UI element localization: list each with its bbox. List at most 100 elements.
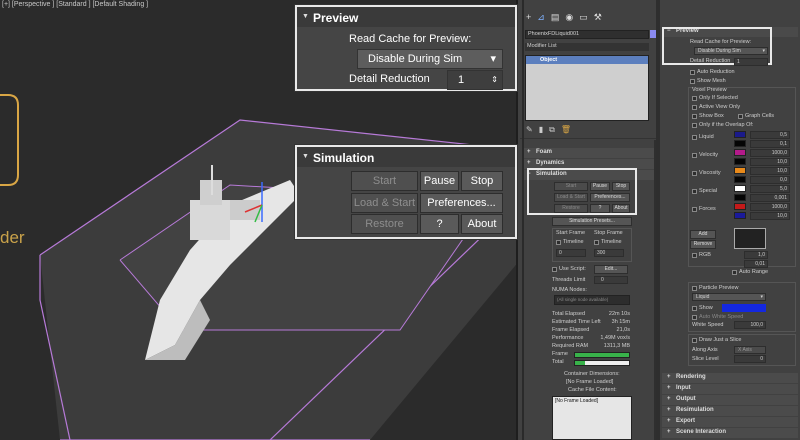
show-mesh-checkbox[interactable] [690, 79, 695, 84]
channel-name: Viscosity [699, 170, 721, 176]
only-if-selected-checkbox[interactable] [692, 96, 697, 101]
channel-checkbox[interactable] [692, 207, 697, 212]
channel-value[interactable]: 0,1 [750, 140, 790, 148]
remove-button[interactable]: Remove [690, 240, 716, 249]
particle-type-dropdown[interactable]: Liquid ▾ [692, 293, 766, 301]
channel-value[interactable]: 10,0 [750, 167, 790, 175]
channel-value[interactable]: 1000,0 [750, 149, 790, 157]
utilities-tab-icon[interactable]: ⚒ [594, 12, 608, 22]
stop-frame-field[interactable]: 300 [594, 249, 624, 257]
remove-modifier-icon[interactable]: 🗑 [561, 125, 577, 134]
modify-tab-icon[interactable]: ⊿ [537, 12, 551, 22]
restore-button[interactable]: Restore [351, 214, 418, 234]
pin-icon[interactable]: ✎ [526, 125, 539, 134]
help-button[interactable]: ? [420, 214, 459, 234]
channel-value[interactable]: 1000,0 [750, 203, 790, 211]
display-tab-icon[interactable]: ▭ [579, 12, 594, 22]
preview-callout-header[interactable]: ▼ Preview [297, 7, 515, 27]
read-cache-dropdown-small[interactable]: Disable During Sim ▾ [694, 47, 768, 55]
draw-slice-checkbox[interactable] [692, 338, 697, 343]
channel-value[interactable]: 5,0 [750, 185, 790, 193]
simulation-presets-button[interactable]: Simulation Presets... [552, 217, 632, 226]
channel-color-swatch[interactable] [734, 203, 746, 210]
rendering-rollout[interactable]: + Rendering [662, 373, 798, 383]
auto-white-speed-checkbox[interactable] [692, 315, 697, 320]
numa-field[interactable]: (All single node available) [554, 295, 630, 305]
create-tab-icon[interactable]: + [526, 12, 537, 22]
hierarchy-tab-icon[interactable]: ▤ [551, 12, 566, 22]
use-script-checkbox[interactable] [552, 267, 557, 272]
show-end-icon[interactable]: ▮ [539, 125, 549, 134]
about-button[interactable]: About [461, 214, 503, 234]
channel-color-swatch[interactable] [734, 167, 746, 174]
export-rollout[interactable]: + Export [662, 417, 798, 427]
spinner-arrows-icon[interactable]: ⇕ [491, 71, 498, 89]
cache-contents-label: Cache File Content: [568, 387, 617, 393]
motion-tab-icon[interactable]: ◉ [565, 12, 579, 22]
show-box-checkbox[interactable] [692, 114, 697, 119]
stat-value: 3h 15m [611, 319, 630, 325]
load-start-button[interactable]: Load & Start [351, 193, 418, 213]
channel-value[interactable]: 10,0 [750, 212, 790, 220]
rgb-checkbox[interactable] [692, 253, 697, 258]
modifier-stack[interactable]: Object [525, 55, 649, 121]
start-timeline-label: Timeline [563, 239, 584, 245]
output-rollout[interactable]: + Output [662, 395, 798, 405]
channel-value[interactable]: 0,001 [750, 194, 790, 202]
particle-color-swatch[interactable] [722, 304, 766, 312]
edit-script-button[interactable]: Edit... [594, 265, 628, 274]
particle-preview-checkbox[interactable] [692, 286, 697, 291]
slice-level-field[interactable]: 0 [734, 355, 766, 363]
stop-button[interactable]: Stop [461, 171, 503, 191]
channel-value[interactable]: 0,0 [750, 176, 790, 184]
read-cache-dropdown[interactable]: Disable During Sim ▾ [357, 49, 503, 69]
channel-checkbox[interactable] [692, 135, 697, 140]
channel-value[interactable]: 0,5 [750, 131, 790, 139]
unique-icon[interactable]: ⧉ [549, 125, 561, 134]
input-rollout[interactable]: + Input [662, 384, 798, 394]
threads-limit-field[interactable]: 0 [594, 276, 628, 284]
rgb-value-2[interactable]: 0,01 [744, 260, 768, 268]
stop-timeline-checkbox[interactable] [594, 240, 599, 245]
channel-color-swatch[interactable] [734, 185, 746, 192]
object-name-field[interactable]: PhoenixFDLiquid001 [525, 30, 649, 39]
channel-color-swatch[interactable] [734, 149, 746, 156]
active-view-only-checkbox[interactable] [692, 105, 697, 110]
start-frame-field[interactable]: 0 [556, 249, 586, 257]
cache-contents-box[interactable]: [No Frame Loaded] [552, 396, 632, 440]
viewport-label[interactable]: [+] [Perspective ] [Standard ] [Default … [2, 1, 148, 8]
channel-value[interactable]: 10,0 [750, 158, 790, 166]
auto-range-checkbox[interactable] [732, 270, 737, 275]
resimulation-rollout[interactable]: + Resimulation [662, 406, 798, 416]
channel-color-swatch[interactable] [734, 212, 746, 219]
scene-interaction-rollout[interactable]: + Scene Interaction [662, 428, 798, 438]
white-speed-field[interactable]: 100,0 [734, 321, 766, 329]
modifier-list-dropdown[interactable]: Modifier List [525, 43, 649, 51]
channel-color-swatch[interactable] [734, 158, 746, 165]
channel-color-swatch[interactable] [734, 131, 746, 138]
simulation-callout-header[interactable]: ▼ Simulation [297, 147, 515, 167]
detail-reduction-field-small[interactable]: 1 [734, 58, 768, 66]
channel-checkbox[interactable] [692, 189, 697, 194]
start-button[interactable]: Start [351, 171, 418, 191]
pause-button[interactable]: Pause [420, 171, 459, 191]
only-overlap-checkbox[interactable] [692, 123, 697, 128]
channel-color-swatch[interactable] [734, 140, 746, 147]
resimulation-rollout-title: Resimulation [676, 407, 714, 413]
channel-color-swatch[interactable] [734, 194, 746, 201]
channel-color-swatch[interactable] [734, 176, 746, 183]
add-button[interactable]: Add [690, 230, 716, 239]
show-particles-checkbox[interactable] [692, 306, 697, 311]
detail-reduction-spinner[interactable]: 1 ⇕ [447, 70, 503, 90]
preferences-button[interactable]: Preferences... [420, 193, 503, 213]
stack-item-object[interactable]: Object [526, 56, 648, 64]
channel-list-box[interactable] [734, 228, 766, 249]
start-timeline-checkbox[interactable] [556, 240, 561, 245]
graph-cells-checkbox[interactable] [738, 114, 743, 119]
auto-reduction-checkbox[interactable] [690, 70, 695, 75]
rgb-value-1[interactable]: 1,0 [744, 251, 768, 259]
along-axis-dropdown[interactable]: X Axis [734, 346, 766, 354]
foam-rollout[interactable]: + Foam [522, 148, 654, 158]
channel-checkbox[interactable] [692, 153, 697, 158]
channel-checkbox[interactable] [692, 171, 697, 176]
